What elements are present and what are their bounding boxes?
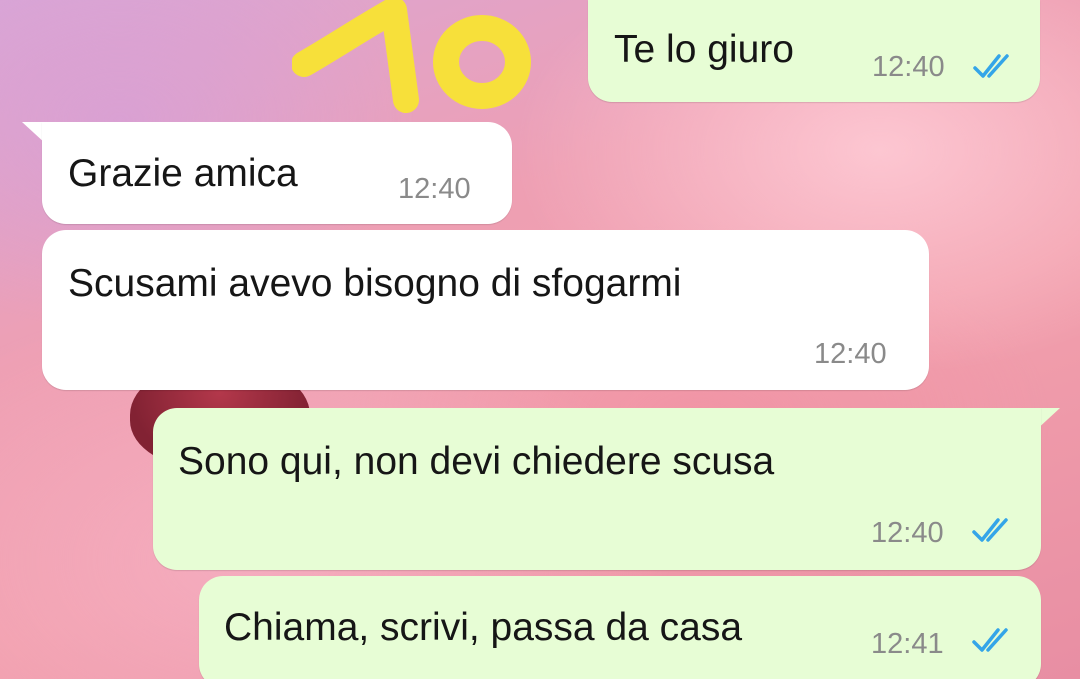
message-text: Sono qui, non devi chiedere scusa [178, 440, 775, 483]
message-timestamp: 12:40 [872, 51, 945, 83]
handwritten-ten-annotation [292, 0, 531, 113]
message-text: Chiama, scrivi, passa da casa [224, 606, 743, 649]
message-text: Grazie amica [68, 152, 298, 195]
message-timestamp: 12:40 [814, 338, 887, 370]
double-check-icon [973, 54, 1009, 78]
message-bubble-outgoing[interactable]: Te lo giuro 12:40 [588, 0, 1040, 102]
message-text: Scusami avevo bisogno di sfogarmi [68, 262, 682, 305]
message-timestamp: 12:40 [871, 517, 944, 549]
message-timestamp: 12:41 [871, 628, 944, 660]
double-check-icon [972, 628, 1008, 652]
message-text: Te lo giuro [614, 28, 794, 71]
message-bubble-outgoing[interactable]: Sono qui, non devi chiedere scusa 12:40 [153, 408, 1041, 570]
message-timestamp: 12:40 [398, 173, 471, 205]
double-check-icon [972, 518, 1008, 542]
message-bubble-incoming[interactable]: Scusami avevo bisogno di sfogarmi 12:40 [42, 230, 929, 390]
message-bubble-incoming[interactable]: Grazie amica 12:40 [42, 122, 512, 224]
message-bubble-outgoing[interactable]: Chiama, scrivi, passa da casa 12:41 [199, 576, 1041, 679]
